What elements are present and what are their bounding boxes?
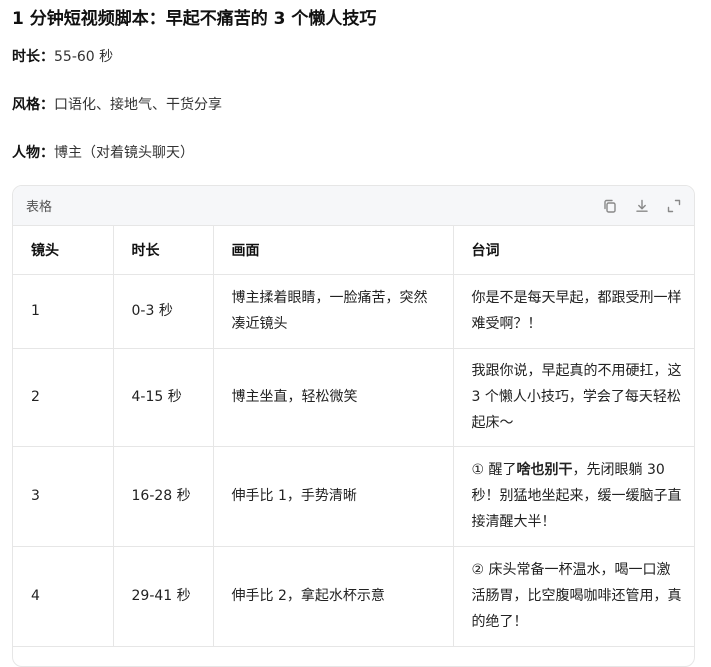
cell-shot: 2 <box>13 348 114 447</box>
meta-character: 人物：博主（对着镜头聊天） <box>12 142 194 162</box>
cell-shot: 3 <box>13 446 114 547</box>
expand-icon[interactable] <box>666 198 682 214</box>
page-title: 1 分钟短视频脚本：早起不痛苦的 3 个懒人技巧 <box>12 9 377 29</box>
table-row: 1 0-3 秒 博主揉着眼睛，一脸痛苦，突然凑近镜头 你是不是每天早起，都跟受刑… <box>13 274 694 349</box>
cell-time: 29-41 秒 <box>113 546 214 647</box>
table-header-row: 镜头 时长 画面 台词 <box>13 226 694 275</box>
download-icon[interactable] <box>634 198 650 214</box>
table-card: 表格 镜头 时长 画面 台词 1 0-3 秒 博主揉着眼睛，一脸痛苦，突然凑近镜… <box>12 185 695 667</box>
meta-style: 风格：口语化、接地气、干货分享 <box>12 94 222 114</box>
cell-scene: 博主坐直，轻松微笑 <box>213 348 454 447</box>
cell-shot: 1 <box>13 274 114 349</box>
cell-shot: 4 <box>13 546 114 647</box>
table-row: 2 4-15 秒 博主坐直，轻松微笑 我跟你说，早起真的不用硬扛，这 3 个懒人… <box>13 348 694 447</box>
header-line: 台词 <box>453 226 694 275</box>
cell-line: 我跟你说，早起真的不用硬扛，这 3 个懒人小技巧，学会了每天轻松起床～ <box>453 348 694 447</box>
meta-duration-label: 时长： <box>12 49 54 65</box>
meta-character-label: 人物： <box>12 145 54 161</box>
cell-line: 你是不是每天早起，都跟受刑一样难受啊？！ <box>453 274 694 349</box>
header-shot: 镜头 <box>13 226 114 275</box>
meta-style-value: 口语化、接地气、干货分享 <box>54 97 222 113</box>
table-card-label: 表格 <box>26 200 53 215</box>
cell-scene: 伸手比 2，拿起水杯示意 <box>213 546 454 647</box>
script-table: 镜头 时长 画面 台词 1 0-3 秒 博主揉着眼睛，一脸痛苦，突然凑近镜头 你… <box>13 226 694 647</box>
cell-line: ① 醒了啥也别干，先闭眼躺 30 秒！别猛地坐起来，缓一缓脑子直接清醒大半！ <box>453 446 694 547</box>
cell-scene: 博主揉着眼睛，一脸痛苦，突然凑近镜头 <box>213 274 454 349</box>
cell-line-prefix: ① 醒了 <box>471 462 517 478</box>
cell-line-emphasis: 啥也别干 <box>516 462 573 478</box>
cell-line: ② 床头常备一杯温水，喝一口激活肠胃，比空腹喝咖啡还管用，真的绝了！ <box>453 546 694 647</box>
meta-duration: 时长：55-60 秒 <box>12 46 113 66</box>
header-time: 时长 <box>113 226 214 275</box>
table-card-actions <box>602 198 682 214</box>
cell-time: 16-28 秒 <box>113 446 214 547</box>
table-card-header: 表格 <box>13 186 694 226</box>
table-row: 4 29-41 秒 伸手比 2，拿起水杯示意 ② 床头常备一杯温水，喝一口激活肠… <box>13 546 694 647</box>
cell-time: 0-3 秒 <box>113 274 214 349</box>
copy-icon[interactable] <box>602 198 618 214</box>
meta-style-label: 风格： <box>12 97 54 113</box>
cell-scene: 伸手比 1，手势清晰 <box>213 446 454 547</box>
cell-time: 4-15 秒 <box>113 348 214 447</box>
meta-character-value: 博主（对着镜头聊天） <box>54 145 194 161</box>
header-scene: 画面 <box>213 226 454 275</box>
meta-duration-value: 55-60 秒 <box>54 49 114 65</box>
table-row: 3 16-28 秒 伸手比 1，手势清晰 ① 醒了啥也别干，先闭眼躺 30 秒！… <box>13 446 694 547</box>
